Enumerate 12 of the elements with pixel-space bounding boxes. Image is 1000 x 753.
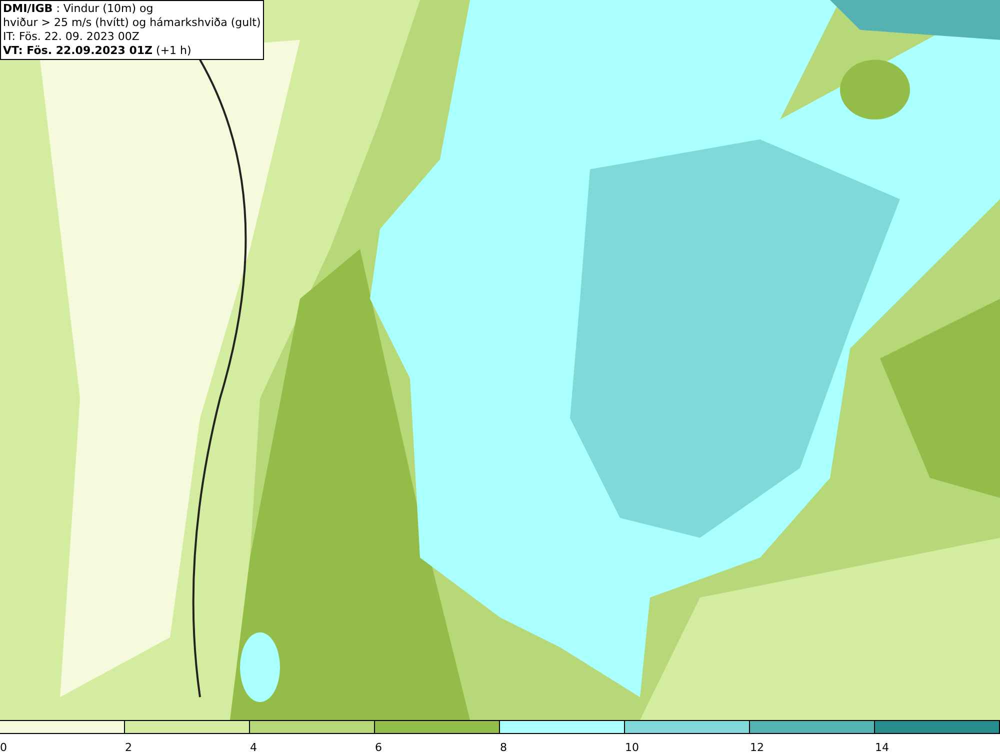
legend-label: 6	[375, 741, 382, 753]
legend-label: 0	[0, 741, 7, 753]
legend-label: 2	[125, 741, 132, 753]
legend-label: 10	[625, 741, 639, 753]
legend-label: 4	[250, 741, 257, 753]
legend-label: 14	[875, 741, 889, 753]
info-text: DMI/IGB : Vindur (10m) og	[3, 2, 154, 16]
info-text: IT: Fös. 22. 09. 2023 00Z	[3, 30, 140, 44]
info-text: VT: Fös. 22.09.2023 01Z (+1 h)	[3, 44, 192, 58]
info-text: hviður > 25 m/s (hvítt) og hámarkshviða (gult)	[3, 16, 261, 30]
legend-label: 12	[750, 741, 764, 753]
legend-label: 8	[500, 741, 507, 753]
